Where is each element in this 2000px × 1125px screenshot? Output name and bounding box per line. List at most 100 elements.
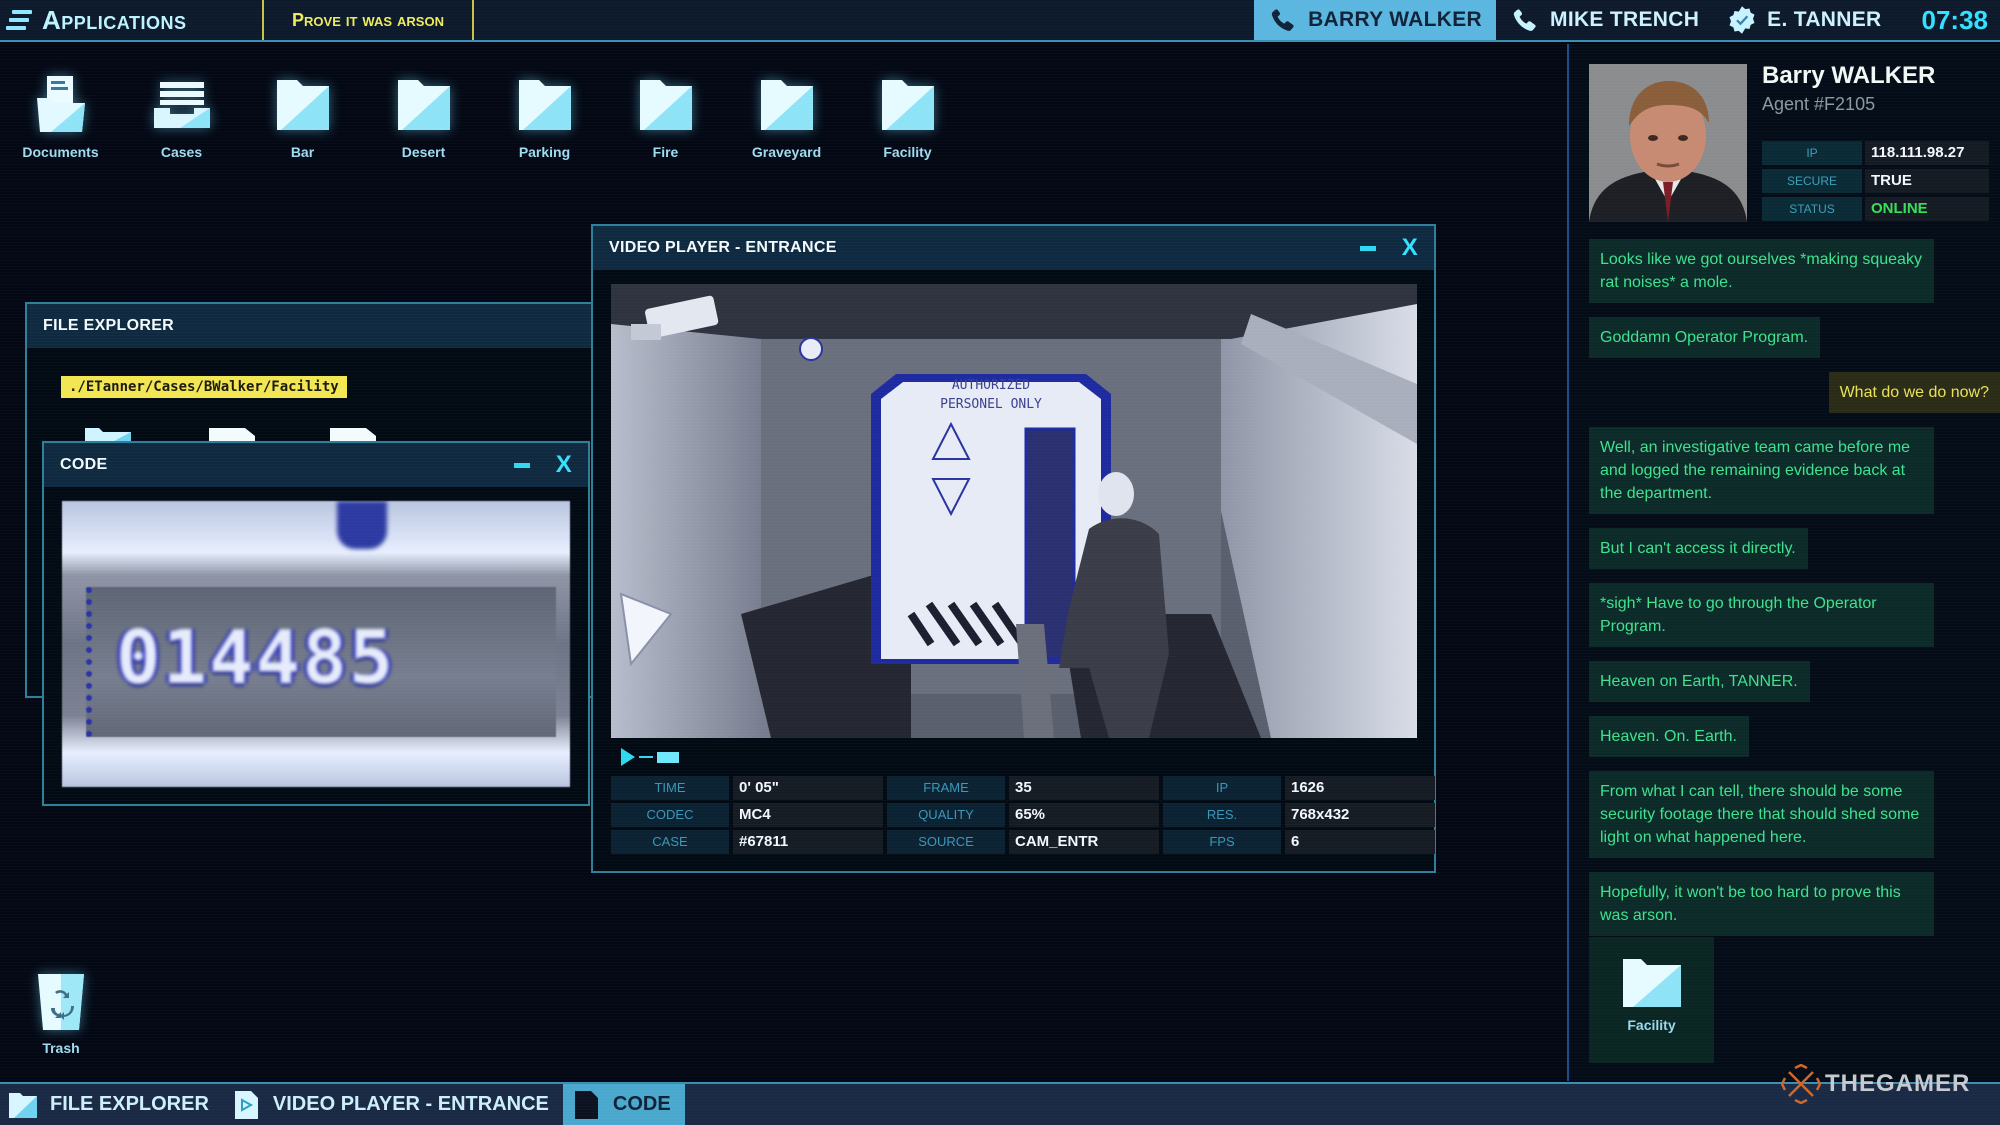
profile-agent-id: Agent #F2105 (1762, 94, 1876, 114)
meta-label-source: SOURCE (887, 830, 1005, 854)
window-title-bar[interactable]: CODE X (44, 443, 588, 487)
chat-message: But I can't access it directly. (1589, 528, 1808, 569)
stat-value-status: ONLINE (1865, 197, 1989, 221)
play-icon[interactable] (621, 748, 635, 766)
folder-icon (760, 80, 813, 130)
meta-value-res: 768x432 (1285, 803, 1435, 827)
meta-label-quality: QUALITY (887, 803, 1005, 827)
contact-side-panel: Barry WALKER Agent #F2105 IP 118.111.98.… (1567, 44, 2000, 1081)
security-footage: AUTHORIZED PERSONEL ONLY (611, 284, 1417, 738)
chat-message: Heaven on Earth, TANNER. (1589, 661, 1810, 702)
contact-name: BARRY WALKER (1308, 8, 1483, 31)
profile-stats: IP 118.111.98.27 SECURE TRUE STATUS ONLI… (1762, 141, 1989, 221)
taskbar: FILE EXPLORER VIDEO PLAYER - ENTRANCE CO… (0, 1082, 2000, 1125)
taskbar-label: CODE (612, 1093, 671, 1115)
phone-icon (1513, 8, 1536, 31)
desktop-icon-fire[interactable]: Fire (605, 72, 726, 160)
minimize-icon[interactable] (513, 462, 530, 468)
avatar (1589, 64, 1747, 222)
code-window: CODE X 014485 (42, 441, 590, 806)
chat-message: Heaven. On. Earth. (1589, 716, 1749, 757)
chat-shared-folder-facility[interactable]: Facility (1589, 937, 1714, 1063)
applications-label: Applications (42, 4, 187, 35)
contact-name: MIKE TRENCH (1550, 8, 1700, 31)
contact-e-tanner[interactable]: E. TANNER (1713, 0, 1895, 40)
chat-message-sent: What do we do now? (1828, 372, 2000, 413)
meta-value-quality: 65% (1009, 803, 1159, 827)
desktop-icon-label: Bar (290, 144, 315, 160)
taskbar-video-player[interactable]: VIDEO PLAYER - ENTRANCE (223, 1084, 563, 1125)
desktop-icon-label: Desert (401, 144, 446, 160)
chat-message: Looks like we got ourselves *making sque… (1589, 239, 1934, 303)
taskbar-label: VIDEO PLAYER - ENTRANCE (272, 1093, 549, 1115)
folder-icon (397, 80, 450, 130)
taskbar-code[interactable]: CODE (562, 1084, 685, 1125)
contact-barry-walker[interactable]: BARRY WALKER (1254, 0, 1497, 40)
meta-value-fps: 6 (1285, 830, 1435, 854)
cases-drawer-icon (153, 82, 210, 128)
folder-icon (881, 80, 934, 130)
window-title-bar[interactable]: VIDEO PLAYER - ENTRANCE X (593, 226, 1434, 270)
hamburger-menu-icon (6, 10, 32, 30)
desktop-icon-label: Documents (22, 144, 99, 160)
scrub-track[interactable] (639, 756, 653, 758)
watermark: THEGAMER (1781, 1064, 1970, 1104)
contact-name: E. TANNER (1767, 8, 1882, 31)
desktop-icon-parking[interactable]: Parking (484, 72, 605, 160)
mission-objective: Prove it was arson (262, 0, 474, 40)
meta-label-codec: CODEC (611, 803, 729, 827)
video-frame[interactable]: AUTHORIZED PERSONEL ONLY (611, 284, 1417, 738)
close-icon[interactable]: X (1402, 236, 1418, 260)
stat-label-status: STATUS (1762, 197, 1862, 221)
minimize-icon[interactable] (1359, 245, 1376, 251)
meta-value-ip: 1626 (1285, 776, 1435, 800)
top-bar: Applications Prove it was arson BARRY WA… (0, 0, 2000, 42)
desktop-icon-label: Cases (160, 144, 203, 160)
desktop-icons: Documents Cases Bar Desert Parking Fire … (0, 72, 968, 160)
chat-message: *sigh* Have to go through the Operator P… (1589, 583, 1934, 647)
meta-value-frame: 35 (1009, 776, 1159, 800)
folder-icon (9, 1092, 37, 1118)
desktop-icon-documents[interactable]: Documents (0, 72, 121, 160)
meta-value-time: 0' 05" (733, 776, 883, 800)
verified-badge-icon (1729, 6, 1755, 34)
chat-message: Goddamn Operator Program. (1589, 317, 1821, 358)
watermark-text: THEGAMER (1825, 1070, 1971, 1097)
desktop-icon-label: Graveyard (751, 144, 822, 160)
code-number: 014485 (116, 615, 396, 701)
applications-menu-button[interactable]: Applications (0, 0, 262, 40)
file-icon (574, 1090, 598, 1119)
desktop-icon-cases[interactable]: Cases (121, 72, 242, 160)
scrub-handle[interactable] (657, 751, 679, 763)
folder-icon (518, 80, 571, 130)
trash-recycle-icon (38, 974, 84, 1030)
window-title: VIDEO PLAYER - ENTRANCE (609, 239, 837, 256)
meta-label-fps: FPS (1163, 830, 1281, 854)
path-breadcrumb: ./ETanner/Cases/BWalker/Facility (61, 376, 347, 398)
shared-file-label: Facility (1627, 1017, 1676, 1033)
meta-label-ip: IP (1163, 776, 1281, 800)
contact-mike-trench[interactable]: MIKE TRENCH (1496, 0, 1713, 40)
folder-icon (639, 80, 692, 130)
desktop-icon-trash[interactable]: Trash (18, 972, 104, 1056)
video-file-icon (234, 1090, 258, 1119)
desktop-icon-bar[interactable]: Bar (242, 72, 363, 160)
desktop-icon-label: Trash (42, 1040, 80, 1056)
desktop-icon-label: Fire (652, 144, 679, 160)
chat-message: Well, an investigative team came before … (1589, 427, 1934, 514)
close-icon[interactable]: X (556, 453, 572, 477)
desktop-icon-desert[interactable]: Desert (363, 72, 484, 160)
code-image: 014485 (62, 501, 570, 787)
profile-name: Barry WALKER (1762, 62, 1936, 89)
hazard-stripes (907, 601, 1025, 647)
window-title: FILE EXPLORER (43, 317, 175, 334)
desktop-icon-facility[interactable]: Facility (847, 72, 968, 160)
chat-message: Hopefully, it won't be too hard to prove… (1589, 872, 1934, 936)
video-player-window: VIDEO PLAYER - ENTRANCE X AUTHORIZED PER… (591, 224, 1436, 873)
taskbar-file-explorer[interactable]: FILE EXPLORER (0, 1084, 223, 1125)
desktop-icon-graveyard[interactable]: Graveyard (726, 72, 847, 160)
svg-text:PERSONEL ONLY: PERSONEL ONLY (940, 397, 1042, 412)
meta-label-case: CASE (611, 830, 729, 854)
window-title-bar[interactable]: FILE EXPLORER (27, 304, 623, 348)
meta-value-source: CAM_ENTR (1009, 830, 1159, 854)
